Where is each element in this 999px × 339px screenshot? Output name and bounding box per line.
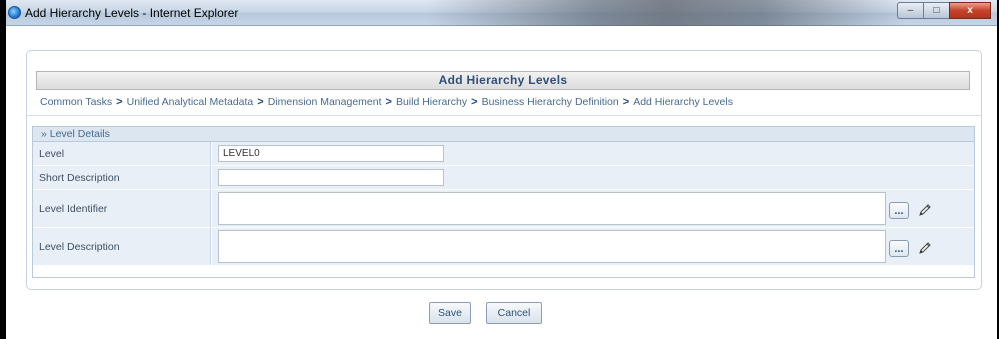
window-title: Add Hierarchy Levels - Internet Explorer	[25, 5, 239, 20]
close-button[interactable]: x	[949, 2, 991, 19]
form-row-level: Level	[33, 142, 974, 166]
form-row-level-identifier: Level Identifier ...	[33, 190, 974, 228]
field-label: Short Description	[33, 166, 211, 189]
level-details-section: » Level Details Level Short Description …	[32, 126, 975, 278]
field-label: Level Identifier	[33, 190, 211, 227]
breadcrumb-item-add-hierarchy-levels: Add Hierarchy Levels	[633, 96, 733, 108]
level-identifier-field[interactable]	[218, 192, 886, 225]
form-row-short-description: Short Description	[33, 166, 974, 190]
window-controls: – □ x	[897, 2, 991, 19]
browse-button[interactable]: ...	[889, 202, 909, 219]
breadcrumb-item-unified-analytical-metadata[interactable]: Unified Analytical Metadata	[127, 96, 254, 108]
breadcrumb-separator: >	[385, 96, 392, 108]
internet-explorer-icon	[8, 6, 21, 19]
breadcrumb-item-common-tasks[interactable]: Common Tasks	[40, 96, 112, 108]
minimize-button[interactable]: –	[897, 2, 923, 19]
breadcrumb-separator: >	[257, 96, 264, 108]
field-label: Level	[33, 142, 211, 165]
breadcrumb: Common Tasks > Unified Analytical Metadata…	[40, 96, 733, 108]
window-titlebar: Add Hierarchy Levels - Internet Explorer…	[6, 0, 997, 26]
maximize-button[interactable]: □	[923, 2, 949, 19]
level-input[interactable]	[218, 145, 444, 162]
breadcrumb-separator: >	[622, 96, 630, 108]
short-description-input[interactable]	[218, 169, 444, 186]
pencil-icon[interactable]	[916, 201, 934, 219]
breadcrumb-item-build-hierarchy[interactable]: Build Hierarchy	[396, 96, 467, 108]
page-title: Add Hierarchy Levels	[36, 71, 970, 90]
browse-button[interactable]: ...	[889, 240, 909, 257]
breadcrumb-separator: >	[471, 96, 478, 108]
breadcrumb-separator: >	[116, 96, 123, 108]
form-row-level-description: Level Description ...	[33, 228, 974, 266]
breadcrumb-item-dimension-management[interactable]: Dimension Management	[268, 96, 382, 108]
section-header[interactable]: » Level Details	[33, 127, 974, 142]
breadcrumb-item-business-hierarchy-definition[interactable]: Business Hierarchy Definition	[482, 96, 619, 108]
divider	[26, 115, 982, 116]
save-button[interactable]: Save	[429, 302, 471, 324]
field-label: Level Description	[33, 228, 211, 265]
cancel-button[interactable]: Cancel	[486, 302, 542, 324]
pencil-icon[interactable]	[916, 239, 934, 257]
level-description-field[interactable]	[218, 230, 886, 263]
